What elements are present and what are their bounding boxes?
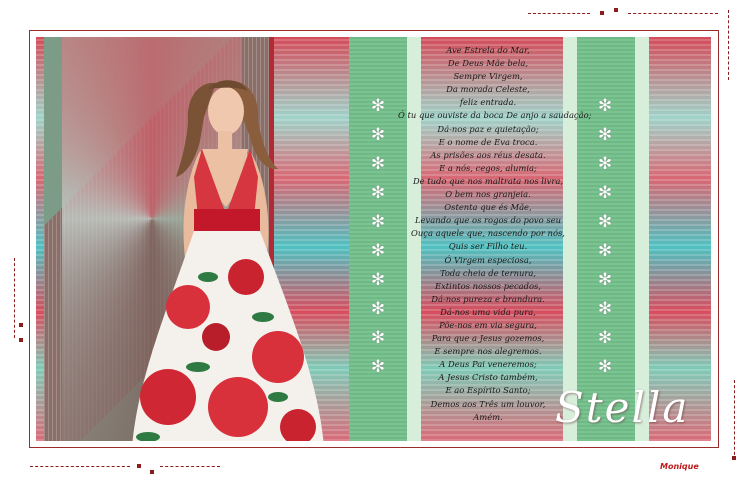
right-dotted-line bbox=[728, 10, 729, 80]
poem-line: Levando que os rogos do povo seu bbox=[414, 215, 562, 226]
poem-line: Amém. bbox=[473, 411, 503, 422]
eight-petal-flower-icon: ✻ bbox=[370, 270, 386, 290]
poem-line: De Deus Mãe bela, bbox=[447, 58, 529, 69]
flower-column-left: ✻ ✻ ✻ ✻ ✻ ✻ ✻ ✻ ✻ ✻ bbox=[369, 97, 387, 376]
poem-line: As prisões aos réus desata. bbox=[430, 149, 546, 160]
poem-line: E o nome de Eva troca. bbox=[438, 136, 538, 147]
flower-column-right: ✻ ✻ ✻ ✻ ✻ ✻ ✻ ✻ ✻ ✻ bbox=[596, 97, 614, 376]
eight-petal-flower-icon: ✻ bbox=[370, 154, 386, 174]
eight-petal-flower-icon: ✻ bbox=[597, 270, 613, 290]
bottom-dotted-line bbox=[160, 466, 220, 467]
eight-petal-flower-icon: ✻ bbox=[597, 154, 613, 174]
artwork-canvas: ✻ ✻ ✻ ✻ ✻ ✻ ✻ ✻ ✻ ✻ ✻ ✻ ✻ ✻ ✻ ✻ ✻ ✻ ✻ ✻ bbox=[36, 37, 711, 441]
eight-petal-flower-icon: ✻ bbox=[370, 357, 386, 377]
eight-petal-flower-icon: ✻ bbox=[370, 183, 386, 203]
eight-petal-flower-icon: ✻ bbox=[370, 212, 386, 232]
eight-petal-flower-icon: ✻ bbox=[370, 125, 386, 145]
eight-petal-flower-icon: ✻ bbox=[597, 212, 613, 232]
right-square bbox=[732, 456, 736, 460]
poem-line: Ouça aquele que, nascendo por nós, bbox=[411, 228, 565, 239]
poem-line: Para que a Jesus gozemos, bbox=[431, 333, 545, 344]
poem-line: Ave Estrela do Mar, bbox=[446, 45, 530, 55]
poem-line: Põe-nos em via segura, bbox=[439, 319, 537, 330]
right-dotted-line bbox=[734, 380, 735, 460]
woman-in-floral-dress-image bbox=[132, 80, 324, 441]
signature-stella: Stella bbox=[555, 383, 690, 432]
eight-petal-flower-icon: ✻ bbox=[597, 96, 613, 116]
eight-petal-flower-icon: ✻ bbox=[370, 328, 386, 348]
top-square bbox=[600, 11, 604, 15]
eight-petal-flower-icon: ✻ bbox=[597, 357, 613, 377]
left-square bbox=[19, 338, 23, 342]
poem-line: E a nós, cegos, alumia; bbox=[439, 162, 537, 173]
poem-line: Demos aos Três um louvor, bbox=[430, 398, 546, 409]
poem-text: Ave Estrela do Mar, De Deus Mãe bela, Semp… bbox=[398, 44, 592, 424]
eight-petal-flower-icon: ✻ bbox=[597, 125, 613, 145]
poem-line: Ó tu que ouviste da boca De anjo a sauda… bbox=[398, 110, 592, 121]
poem-line: Dá-nos uma vida pura, bbox=[440, 306, 536, 317]
bottom-dotted-line bbox=[30, 466, 130, 467]
bottom-square bbox=[150, 470, 154, 474]
top-square bbox=[614, 8, 618, 12]
eight-petal-flower-icon: ✻ bbox=[597, 328, 613, 348]
credit-monique: Monique bbox=[660, 462, 699, 471]
poem-line: O bem nos granjeia. bbox=[445, 189, 531, 200]
top-dotted-line bbox=[628, 13, 718, 14]
eight-petal-flower-icon: ✻ bbox=[370, 96, 386, 116]
poem-line: E sempre nos alegremos. bbox=[434, 346, 542, 357]
poem-line: Dá-nos pureza e brandura. bbox=[431, 293, 545, 304]
poem-line: Dá-nos paz e quietação; bbox=[437, 123, 539, 134]
eight-petal-flower-icon: ✻ bbox=[597, 241, 613, 261]
left-dotted-line bbox=[14, 258, 15, 338]
poem-line: Quis ser Filho teu. bbox=[448, 241, 528, 252]
poem-line: Toda cheia de ternura, bbox=[439, 267, 537, 278]
eight-petal-flower-icon: ✻ bbox=[370, 299, 386, 319]
left-square bbox=[19, 323, 23, 327]
eight-petal-flower-icon: ✻ bbox=[597, 299, 613, 319]
poem-line: Ó Virgem especiosa, bbox=[444, 254, 532, 265]
poem-line: Extintos nossos pecados, bbox=[434, 280, 542, 291]
poem-line: E ao Espírito Santo; bbox=[445, 385, 531, 396]
bottom-square bbox=[137, 464, 141, 468]
poem-line: Da morada Celeste, bbox=[446, 84, 530, 95]
poem-line: feliz entrada. bbox=[459, 97, 517, 108]
poem-line: A Deus Pai veneremos; bbox=[439, 359, 537, 370]
poem-line: De tudo que nos maltrata nos livra, bbox=[412, 175, 564, 186]
poem-line: Ostenta que és Mãe, bbox=[444, 202, 532, 213]
eight-petal-flower-icon: ✻ bbox=[597, 183, 613, 203]
poem-line: Sempre Virgem, bbox=[453, 71, 523, 82]
light-stripe bbox=[635, 37, 649, 441]
poem-line: A Jesus Cristo também, bbox=[438, 372, 538, 383]
top-dotted-line bbox=[528, 13, 590, 14]
eight-petal-flower-icon: ✻ bbox=[370, 241, 386, 261]
